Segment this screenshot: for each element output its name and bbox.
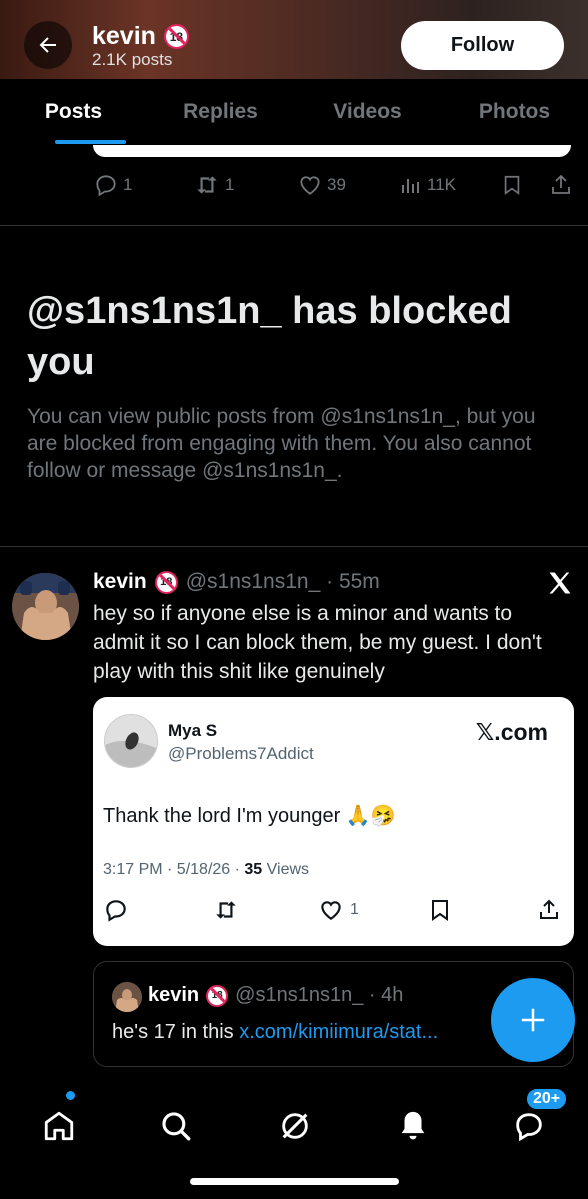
home-icon[interactable] [42,1109,76,1143]
divider [0,546,588,547]
repost-action[interactable]: 1 [193,170,234,200]
x-logo-icon [549,572,571,594]
embedded-post-card[interactable]: Mya S @Problems7Addict 𝕏.com Thank the l… [93,697,574,946]
post-handle-time[interactable]: @s1ns1ns1n_ · 55m [186,570,380,594]
avatar [112,982,142,1012]
age-18-badge-icon: 18 [163,24,189,49]
quoted-handle-time: @s1ns1ns1n_ · 4h [235,984,404,1006]
age-18-badge-icon: 18 [154,570,178,594]
avatar[interactable] [104,714,158,768]
quoted-author-name: kevin [148,984,200,1006]
back-button[interactable] [24,21,72,69]
tab-posts[interactable]: Posts [0,79,147,145]
embed-text: Thank the lord I'm younger 🙏🤧 [103,805,396,827]
blocked-description: You can view public posts from @s1ns1ns1… [27,405,536,482]
like-action[interactable]: 1 [318,897,359,923]
tab-photos[interactable]: Photos [441,79,588,145]
arrow-left-icon [39,37,56,53]
quoted-post-header: kevin 18 @s1ns1ns1n_ · 4h [148,984,403,1007]
tab-replies[interactable]: Replies [147,79,294,145]
home-indicator [190,1178,399,1185]
age-18-badge-icon: 18 [206,984,229,1007]
active-tab-indicator [55,140,126,144]
profile-tabs: Posts Replies Videos Photos [0,79,588,145]
embed-meta: 3:17 PM · 5/18/26 · 35 Views [103,861,310,878]
bookmark-action[interactable] [501,170,523,200]
plus-icon [521,1008,545,1032]
post-author-name[interactable]: kevin [93,570,147,594]
notifications-bell-icon[interactable] [396,1109,430,1143]
embed-source-label: 𝕏.com [475,719,548,745]
blocked-title: @s1ns1ns1n_ has blocked you [27,290,512,383]
quoted-post-text: he's 17 in this x.com/kimiimura/stat... [112,1021,439,1043]
profile-name: kevin 18 [92,22,189,51]
follow-button[interactable]: Follow [401,21,564,70]
views-icon [402,179,419,193]
like-count: 1 [350,901,359,918]
notification-dot [66,1091,75,1100]
heart-icon [300,176,320,195]
previous-post-card[interactable] [93,145,571,157]
embed-author-handle: @Problems7Addict [168,744,314,763]
messages-count-badge: 20+ [525,1087,569,1111]
repost-icon [197,176,217,194]
post-text: hey so if anyone else is a minor and wan… [93,602,542,683]
bookmark-icon[interactable] [428,897,452,923]
post-header: kevin 18 @s1ns1ns1n_ · 55m [93,570,380,594]
previous-post-actions: 1 1 39 11K [93,170,573,200]
messages-icon[interactable] [512,1109,546,1143]
grok-icon[interactable] [278,1109,312,1143]
compose-button[interactable] [491,978,575,1062]
search-icon[interactable] [159,1109,193,1143]
avatar[interactable] [12,573,79,640]
share-action[interactable] [549,170,573,200]
profile-name-text: kevin [92,22,156,50]
repost-icon[interactable] [213,897,239,923]
reply-icon [96,175,116,197]
share-icon [552,174,570,194]
profile-header: kevin 18 2.1K posts Follow [0,0,588,79]
views-action[interactable]: 11K [399,170,456,200]
divider [0,225,588,226]
embed-author-name: Mya S [168,721,218,740]
tab-videos[interactable]: Videos [294,79,441,145]
post-count: 2.1K posts [92,50,173,69]
reply-icon[interactable] [103,897,129,923]
share-icon[interactable] [537,897,561,923]
reply-action[interactable]: 1 [93,170,132,200]
heart-icon [321,901,341,920]
bookmark-icon [504,175,520,195]
quoted-post-link[interactable]: x.com/kimiimura/stat... [239,1021,438,1043]
embed-actions: 1 [93,897,574,925]
like-action[interactable]: 39 [297,170,346,200]
